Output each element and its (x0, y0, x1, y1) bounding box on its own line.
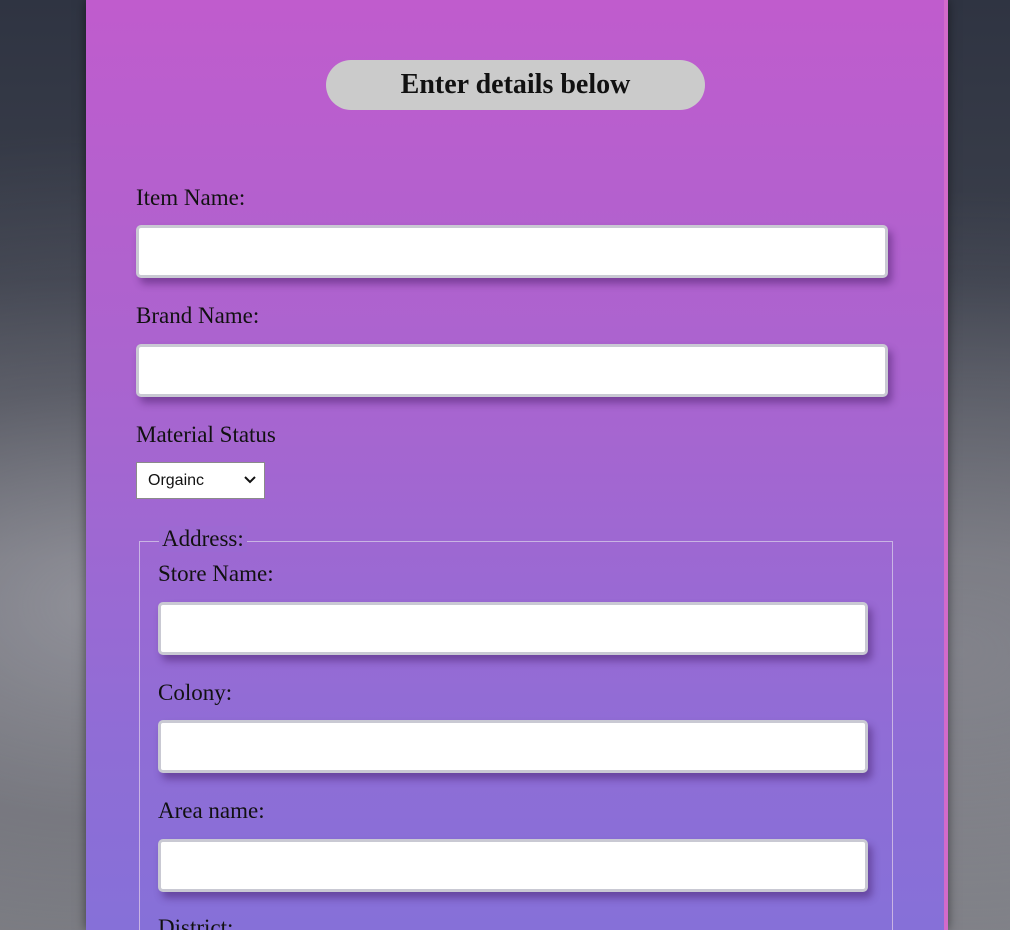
address-legend: Address: (159, 526, 247, 552)
area-name-input[interactable] (158, 839, 868, 892)
colony-input[interactable] (158, 720, 868, 773)
material-status-label: Material Status (136, 422, 276, 447)
item-name-label: Item Name: (136, 185, 246, 210)
store-name-input[interactable] (158, 602, 868, 655)
brand-name-input[interactable] (136, 344, 888, 397)
area-name-label: Area name: (158, 798, 265, 823)
district-label: District: (158, 915, 234, 930)
item-name-input[interactable] (136, 225, 888, 278)
store-name-label: Store Name: (158, 561, 274, 586)
form-card: Enter details below Item Name: Brand Nam… (86, 0, 948, 930)
colony-label: Colony: (158, 680, 233, 705)
brand-name-label: Brand Name: (136, 303, 260, 328)
page-title: Enter details below (326, 60, 705, 110)
material-status-select[interactable]: Orgainc (136, 462, 265, 499)
material-status-value: Orgainc (148, 471, 205, 489)
chevron-down-icon (244, 476, 256, 484)
